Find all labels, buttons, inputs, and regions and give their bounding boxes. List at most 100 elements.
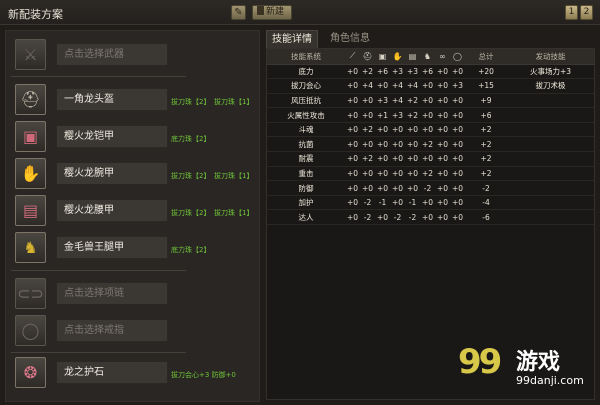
skill-value-cell: +2 [405, 107, 420, 123]
skill-name-cell: 达人 [267, 209, 345, 226]
skill-value-cell: +0 [435, 93, 450, 109]
header-weapon: ⟋ [345, 49, 360, 65]
page-button-1[interactable]: 1 [565, 5, 578, 20]
ring-icon: ◯ [453, 51, 462, 61]
skill-total-cell: -6 [465, 209, 507, 226]
skill-value-cell: +0 [345, 209, 360, 226]
necklace-select-field[interactable]: 点击选择项链 [56, 282, 168, 305]
skill-value-cell: +0 [435, 122, 450, 138]
skill-value-cell: +0 [405, 166, 420, 182]
new-button-label: 新建 [266, 7, 285, 17]
activated-skill-cell [507, 151, 594, 167]
skill-value-cell: +0 [435, 195, 450, 211]
skill-value-cell: +0 [390, 166, 405, 182]
ring-slot[interactable]: ◯ 点击选择戒指 [11, 315, 256, 348]
arm-select-field[interactable]: 樱火龙腕甲 [56, 162, 168, 185]
ring-icon: ◯ [15, 315, 46, 346]
helmet-slot[interactable]: ⛑ 一角龙头盔 拔刀珠【2】 拔刀珠【1】 [11, 84, 256, 117]
table-row: 防御 +0 +0 +0 +0 +0 -2 +0 +0 -2 [267, 180, 594, 196]
tab-character-info[interactable]: 角色信息 [322, 30, 378, 48]
jewel-label: 拔刀珠【1】 [214, 209, 254, 217]
skill-value-cell: +0 [435, 209, 450, 226]
skill-name-cell: 重击 [267, 166, 345, 182]
necklace-slot[interactable]: ⊂⊃ 点击选择项链 [11, 278, 256, 311]
ring-select-field[interactable]: 点击选择戒指 [56, 319, 168, 342]
new-button[interactable]: 新建 [252, 5, 292, 20]
waist-select-field[interactable]: 樱火龙腰甲 [56, 199, 168, 222]
window-title: 新配装方案 [8, 8, 63, 21]
leg-slot[interactable]: ♞ 金毛兽王腿甲 底力珠【2】 [11, 232, 256, 265]
skill-value-cell: +0 [435, 151, 450, 167]
skill-value-cell: +0 [360, 166, 375, 182]
table-row: 重击 +0 +0 +0 +0 +0 +2 +0 +0 +2 [267, 166, 594, 182]
skill-name-cell: 风压抵抗 [267, 93, 345, 109]
edit-button[interactable]: ✎ [231, 5, 246, 20]
charm-select-field[interactable]: 龙之护石 [56, 361, 168, 384]
skill-value-cell: +0 [420, 93, 435, 109]
skill-name-cell: 斗魂 [267, 122, 345, 138]
skill-value-cell: +0 [345, 195, 360, 211]
skill-value-cell: +2 [360, 64, 375, 80]
skill-total-cell: +2 [465, 166, 507, 182]
table-row: 耐震 +0 +2 +0 +0 +0 +0 +0 +0 +2 [267, 151, 594, 167]
jewel-label: 拔刀珠【1】 [214, 98, 254, 106]
page-button-2[interactable]: 2 [580, 5, 593, 20]
skill-value-cell: -1 [405, 195, 420, 211]
skill-value-cell: +0 [405, 151, 420, 167]
skill-value-cell: +0 [360, 107, 375, 123]
skill-value-cell: +0 [450, 93, 465, 109]
skill-value-cell: +0 [375, 180, 390, 196]
skill-value-cell: +0 [420, 107, 435, 123]
activated-skill-cell: 火事场力+3 [507, 64, 594, 80]
watermark-url: 99danji.com [516, 374, 584, 387]
header-total: 总计 [465, 49, 507, 65]
skill-value-cell: +2 [420, 136, 435, 153]
skill-value-cell: +0 [420, 209, 435, 226]
skill-value-cell: +1 [375, 107, 390, 123]
watermark: 99 游戏 99danji.com [458, 340, 598, 402]
skill-total-cell: +6 [465, 107, 507, 123]
skill-value-cell: +2 [405, 93, 420, 109]
skill-value-cell: +0 [375, 209, 390, 226]
watermark-text: 游戏 [516, 350, 561, 375]
activated-skill-cell [507, 122, 594, 138]
skill-value-cell: -2 [405, 209, 420, 226]
skill-value-cell: +2 [360, 151, 375, 167]
skill-value-cell: +6 [420, 64, 435, 80]
chest-slot[interactable]: ▣ 樱火龙铠甲 底力珠【2】 [11, 121, 256, 154]
skill-value-cell: +0 [390, 195, 405, 211]
header-activated-skill: 发动技能 [507, 49, 594, 65]
activated-skill-cell [507, 107, 594, 123]
chest-armor-icon: ▣ [378, 51, 387, 61]
activated-skill-cell [507, 209, 594, 226]
skill-value-cell: +0 [450, 136, 465, 153]
table-row: 火属性攻击 +0 +0 +1 +3 +2 +0 +0 +0 +6 [267, 107, 594, 123]
document-icon [257, 6, 264, 15]
tab-skill-details[interactable]: 技能详情 [266, 30, 318, 48]
skill-value-cell: -2 [420, 180, 435, 196]
skill-value-cell: -2 [360, 209, 375, 226]
charm-slot[interactable]: ❂ 龙之护石 拔刀会心+3 防御+0 [11, 357, 256, 390]
activated-skill-cell [507, 136, 594, 153]
weapon-slot[interactable]: ⚔ 点击选择武器 [11, 39, 256, 72]
skill-value-cell: +0 [375, 136, 390, 153]
helmet-select-field[interactable]: 一角龙头盔 [56, 88, 168, 111]
table-row: 抗菌 +0 +0 +0 +0 +0 +2 +0 +0 +2 [267, 136, 594, 153]
table-row: 斗魂 +0 +2 +0 +0 +0 +0 +0 +0 +2 [267, 122, 594, 138]
leg-armor-icon: ♞ [15, 232, 46, 263]
skill-name-cell: 加护 [267, 195, 345, 211]
skill-value-cell: +0 [390, 180, 405, 196]
activated-skill-cell [507, 93, 594, 109]
leg-select-field[interactable]: 金毛兽王腿甲 [56, 236, 168, 259]
skill-value-cell: +0 [345, 93, 360, 109]
skill-value-cell: +3 [390, 64, 405, 80]
skill-value-cell: +0 [450, 209, 465, 226]
chest-select-field[interactable]: 樱火龙铠甲 [56, 125, 168, 148]
waist-slot[interactable]: ▤ 樱火龙腰甲 拔刀珠【2】 拔刀珠【1】 [11, 195, 256, 228]
skill-value-cell: +6 [375, 64, 390, 80]
divider [11, 352, 186, 353]
skill-value-cell: +0 [420, 195, 435, 211]
skill-value-cell: +0 [390, 136, 405, 153]
arm-slot[interactable]: ✋ 樱火龙腕甲 拔刀珠【2】 拔刀珠【1】 [11, 158, 256, 191]
weapon-select-field[interactable]: 点击选择武器 [56, 43, 168, 66]
